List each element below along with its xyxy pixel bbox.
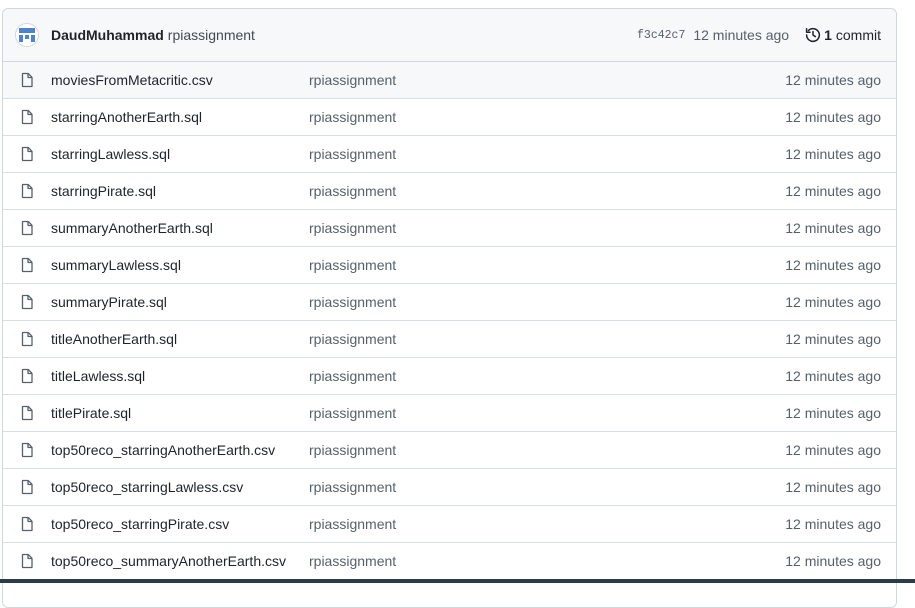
file-name-link[interactable]: top50reco_starringAnotherEarth.csv [51, 442, 309, 458]
file-commit-time: 12 minutes ago [785, 405, 881, 421]
file-icon [21, 220, 33, 236]
file-row[interactable]: top50reco_summaryAnotherEarth.csv rpiassi… [3, 543, 896, 580]
file-name-link[interactable]: top50reco_starringLawless.csv [51, 479, 309, 495]
avatar[interactable] [15, 23, 39, 47]
file-row[interactable]: top50reco_starringPirate.csv rpiassignmen… [3, 506, 896, 543]
file-commit-time: 12 minutes ago [785, 479, 881, 495]
file-commit-message-link[interactable]: rpiassignment [309, 405, 785, 421]
file-icon [21, 257, 33, 273]
file-commit-message-link[interactable]: rpiassignment [309, 146, 785, 162]
file-icon [21, 553, 33, 569]
file-commit-message-link[interactable]: rpiassignment [309, 516, 785, 532]
file-commit-message-link[interactable]: rpiassignment [309, 257, 785, 273]
bottom-edge-bar [0, 579, 915, 583]
file-row[interactable]: titleLawless.sql rpiassignment 12 minutes … [3, 358, 896, 395]
file-commit-time: 12 minutes ago [785, 553, 881, 569]
file-row[interactable]: starringLawless.sql rpiassignment 12 minut… [3, 136, 896, 173]
file-commit-time: 12 minutes ago [785, 294, 881, 310]
file-name-link[interactable]: starringLawless.sql [51, 146, 309, 162]
file-commit-message-link[interactable]: rpiassignment [309, 368, 785, 384]
file-commit-time: 12 minutes ago [785, 72, 881, 88]
file-icon [21, 442, 33, 458]
file-commit-time: 12 minutes ago [785, 442, 881, 458]
file-commit-time: 12 minutes ago [785, 331, 881, 347]
file-browser: DaudMuhammad rpiassignment f3c42c7 12 mi… [2, 8, 897, 608]
file-row[interactable]: titlePirate.sql rpiassignment 12 minutes a… [3, 395, 896, 432]
file-commit-time: 12 minutes ago [785, 257, 881, 273]
file-name-link[interactable]: moviesFromMetacritic.csv [51, 72, 309, 88]
commit-label: commit [835, 27, 881, 43]
file-row[interactable]: starringPirate.sql rpiassignment 12 minute… [3, 173, 896, 210]
file-commit-message-link[interactable]: rpiassignment [309, 220, 785, 236]
file-row[interactable]: moviesFromMetacritic.csv rpiassignment 12 … [3, 62, 896, 99]
file-row[interactable]: top50reco_starringAnotherEarth.csv rpiass… [3, 432, 896, 469]
file-commit-time: 12 minutes ago [785, 146, 881, 162]
file-row[interactable]: top50reco_starringLawless.csv rpiassignme… [3, 469, 896, 506]
file-name-link[interactable]: summaryAnotherEarth.sql [51, 220, 309, 236]
commit-time: 12 minutes ago [693, 27, 790, 43]
commit-count: 1 [824, 27, 832, 43]
file-commit-time: 12 minutes ago [785, 183, 881, 199]
file-icon [21, 146, 33, 162]
file-name-link[interactable]: starringAnotherEarth.sql [51, 109, 309, 125]
file-commit-time: 12 minutes ago [785, 516, 881, 532]
file-name-link[interactable]: summaryPirate.sql [51, 294, 309, 310]
file-commit-message-link[interactable]: rpiassignment [309, 294, 785, 310]
file-commit-message-link[interactable]: rpiassignment [309, 442, 785, 458]
file-icon [21, 516, 33, 532]
file-name-link[interactable]: titlePirate.sql [51, 405, 309, 421]
file-commit-time: 12 minutes ago [785, 109, 881, 125]
commit-history-link[interactable]: 1 commit [805, 27, 881, 43]
file-icon [21, 183, 33, 199]
file-commit-time: 12 minutes ago [785, 368, 881, 384]
file-row[interactable]: summaryPirate.sql rpiassignment 12 minutes… [3, 284, 896, 321]
file-commit-message-link[interactable]: rpiassignment [309, 183, 785, 199]
file-name-link[interactable]: titleAnotherEarth.sql [51, 331, 309, 347]
file-icon [21, 109, 33, 125]
file-icon [21, 368, 33, 384]
file-commit-time: 12 minutes ago [785, 220, 881, 236]
avatar-identicon [16, 24, 38, 46]
file-commit-message-link[interactable]: rpiassignment [309, 109, 785, 125]
file-row[interactable]: titleAnotherEarth.sql rpiassignment 12 min… [3, 321, 896, 358]
file-name-link[interactable]: starringPirate.sql [51, 183, 309, 199]
file-list: moviesFromMetacritic.csv rpiassignment 12 … [3, 62, 896, 580]
file-name-link[interactable]: top50reco_starringPirate.csv [51, 516, 309, 532]
file-name-link[interactable]: titleLawless.sql [51, 368, 309, 384]
file-row[interactable]: starringAnotherEarth.sql rpiassignment 12 … [3, 99, 896, 136]
file-row[interactable]: summaryLawless.sql rpiassignment 12 minute… [3, 247, 896, 284]
file-commit-message-link[interactable]: rpiassignment [309, 553, 785, 569]
file-icon [21, 331, 33, 347]
commit-author-link[interactable]: DaudMuhammad [51, 27, 164, 43]
file-icon [21, 72, 33, 88]
history-icon [805, 27, 821, 43]
file-name-link[interactable]: top50reco_summaryAnotherEarth.csv [51, 553, 309, 569]
commit-message-link[interactable]: rpiassignment [168, 27, 255, 43]
file-commit-message-link[interactable]: rpiassignment [309, 331, 785, 347]
file-commit-message-link[interactable]: rpiassignment [309, 479, 785, 495]
commit-sha-link[interactable]: f3c42c7 [637, 29, 685, 42]
file-icon [21, 479, 33, 495]
file-name-link[interactable]: summaryLawless.sql [51, 257, 309, 273]
file-icon [21, 405, 33, 421]
file-commit-message-link[interactable]: rpiassignment [309, 72, 785, 88]
latest-commit-header: DaudMuhammad rpiassignment f3c42c7 12 mi… [3, 9, 896, 62]
file-row[interactable]: summaryAnotherEarth.sql rpiassignment 12 m… [3, 210, 896, 247]
file-icon [21, 294, 33, 310]
